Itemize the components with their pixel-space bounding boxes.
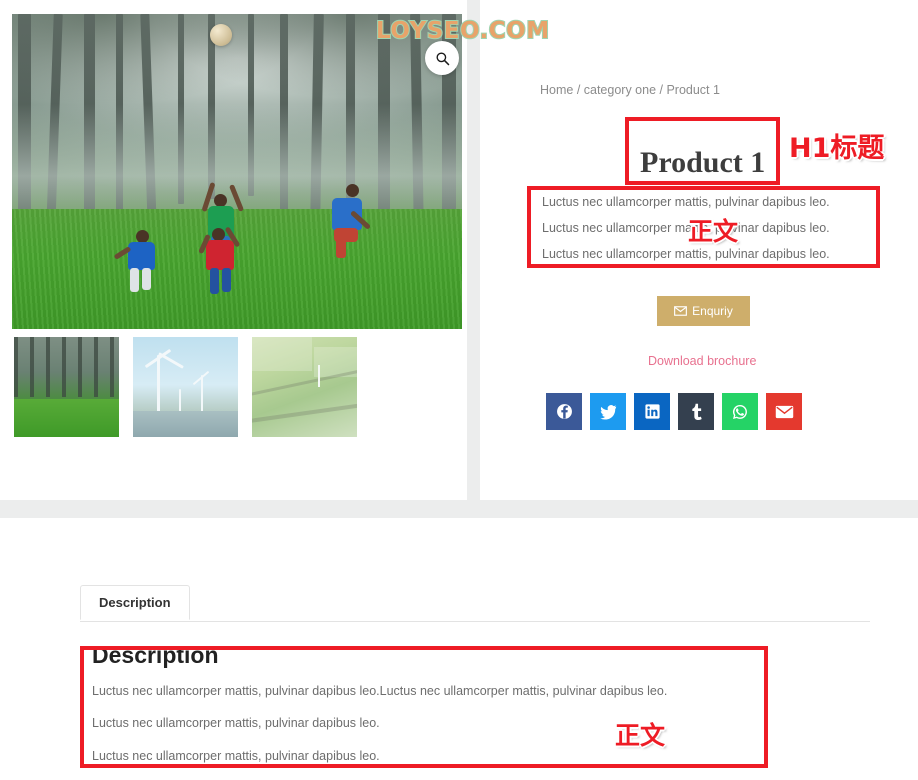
envelope-share-icon (775, 405, 793, 418)
thumbnail-strip (14, 337, 357, 437)
tab-bar: Description (80, 585, 870, 622)
thumbnail-green-fields[interactable] (252, 337, 357, 437)
facebook-icon (556, 404, 572, 419)
share-facebook-button[interactable] (546, 393, 582, 430)
envelope-icon (674, 306, 688, 316)
child-red (198, 224, 252, 294)
product-intro: Luctus nec ullamcorper mattis, pulvinar … (542, 194, 872, 263)
child-blue-right (324, 182, 376, 260)
intro-paragraph: Luctus nec ullamcorper mattis, pulvinar … (542, 195, 830, 209)
share-email-button[interactable] (766, 393, 802, 430)
page-title: Product 1 (640, 146, 766, 180)
enquiry-button-label: Enquriy (692, 304, 733, 318)
linkedin-icon (644, 404, 660, 419)
ball (210, 24, 232, 46)
social-share-bar (546, 393, 802, 430)
description-paragraph: Luctus nec ullamcorper mattis, pulvinar … (92, 684, 668, 698)
site-watermark: LOYSEO.COM (375, 17, 550, 45)
twitter-icon (600, 404, 617, 420)
share-whatsapp-button[interactable] (722, 393, 758, 430)
intro-paragraph: Luctus nec ullamcorper mattis, pulvinar … (542, 246, 830, 261)
share-tumblr-button[interactable] (678, 393, 714, 430)
breadcrumb[interactable]: Home / category one / Product 1 (540, 83, 720, 97)
intro-paragraph: Luctus nec ullamcorper mattis, pulvinar … (542, 220, 830, 235)
enquiry-button[interactable]: Enquriy (657, 296, 750, 326)
magnifier-icon (436, 52, 449, 65)
description-paragraph: Luctus nec ullamcorper mattis, pulvinar … (92, 748, 380, 763)
product-page: LOYSEO.COM Home / category one / Product… (0, 0, 918, 780)
zoom-image-button[interactable] (425, 41, 459, 75)
tab-description[interactable]: Description (80, 585, 190, 620)
share-linkedin-button[interactable] (634, 393, 670, 430)
share-twitter-button[interactable] (590, 393, 626, 430)
child-blue-left (113, 226, 168, 292)
download-brochure-link[interactable]: Download brochure (648, 354, 756, 368)
whatsapp-icon (732, 404, 747, 419)
description-paragraph: Luctus nec ullamcorper mattis, pulvinar … (92, 716, 380, 731)
description-content: Description Luctus nec ullamcorper matti… (92, 644, 772, 780)
forest-photo (12, 14, 462, 329)
description-heading: Description (92, 642, 219, 668)
thumbnail-forest-kids[interactable] (14, 337, 119, 437)
thumbnail-wind-turbines[interactable] (133, 337, 238, 437)
main-product-image[interactable] (12, 14, 462, 329)
tumblr-icon (691, 403, 702, 420)
gallery-card: LOYSEO.COM (0, 0, 550, 500)
